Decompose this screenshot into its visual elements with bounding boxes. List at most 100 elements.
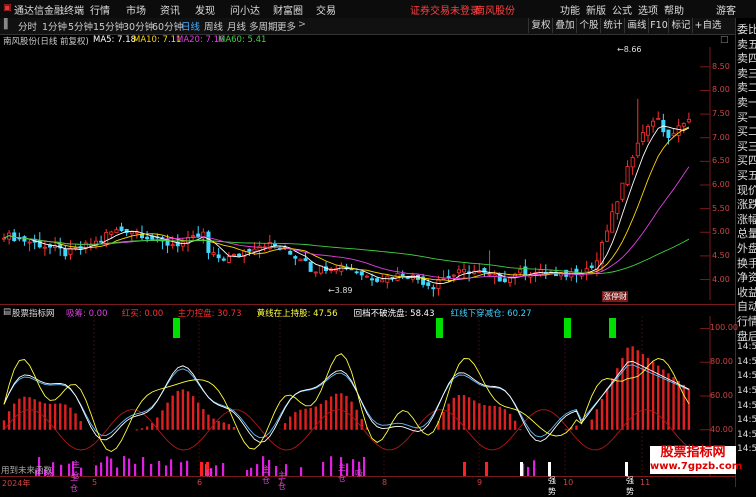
candle-body xyxy=(589,265,594,268)
right-panel-item[interactable]: 总量 xyxy=(737,225,756,241)
right-panel-item[interactable]: 14:56 xyxy=(737,357,756,367)
menu-item-gongshi[interactable]: 公式 xyxy=(612,2,632,17)
indicator-red-bar xyxy=(605,388,609,430)
ma20-key: MA20: xyxy=(176,35,203,45)
right-panel-item[interactable]: 14:56 xyxy=(737,444,756,454)
right-panel-item[interactable]: 14:56 xyxy=(737,430,756,440)
right-panel-item[interactable]: 14:56 xyxy=(737,386,756,396)
zhangting-badge[interactable]: 涨停财 xyxy=(602,291,628,302)
candle-body xyxy=(42,246,47,249)
absorb-bar xyxy=(330,456,333,476)
tool-add-favorite[interactable]: +自选 xyxy=(692,18,723,33)
candle-body xyxy=(170,244,175,247)
menu-item-bangzhu[interactable]: 帮助 xyxy=(664,2,684,17)
tool-gegu[interactable]: 个股 xyxy=(576,18,601,33)
window-box-icon[interactable]: □ xyxy=(720,35,729,45)
right-panel-item[interactable]: 盘后 xyxy=(737,328,756,344)
period-multi[interactable]: 多周期 xyxy=(249,19,278,33)
right-panel-item[interactable]: 14:56 xyxy=(737,371,756,381)
right-panel-item[interactable]: 行情 xyxy=(737,313,756,329)
right-panel-item[interactable]: 委比 xyxy=(737,21,756,37)
right-panel-item[interactable]: 买一 xyxy=(737,109,756,125)
login-notice[interactable]: 证券交易未登录 xyxy=(410,2,480,17)
menu-item-hangqing[interactable]: 行情 xyxy=(90,2,110,17)
indicator-red-bar xyxy=(38,401,41,430)
right-panel-item[interactable]: 买四 xyxy=(737,152,756,168)
period-day[interactable]: 日线 xyxy=(181,19,200,33)
user-label[interactable]: 游客 xyxy=(716,2,736,17)
candle-body xyxy=(104,232,109,245)
candle-body xyxy=(191,235,196,238)
right-panel-item[interactable]: 卖五 xyxy=(737,36,756,52)
right-panel-item[interactable]: 涨跌 xyxy=(737,196,756,212)
right-panel-item[interactable]: 现价 xyxy=(737,182,756,198)
indicator-chart[interactable] xyxy=(0,316,735,476)
period-month[interactable]: 月线 xyxy=(227,19,246,33)
right-panel-item[interactable]: 卖三 xyxy=(737,65,756,81)
candle-body xyxy=(206,231,211,253)
right-panel-item[interactable]: 自动 xyxy=(737,298,756,314)
right-panel-item[interactable]: 14:56 xyxy=(737,342,756,352)
tool-f10[interactable]: F10 xyxy=(648,18,669,33)
tool-biaoji[interactable]: 标记 xyxy=(668,18,693,33)
indicator-red-bar xyxy=(442,411,445,430)
right-panel-item[interactable]: 14:56 xyxy=(737,401,756,411)
right-panel-item[interactable]: 卖一 xyxy=(737,94,756,110)
right-panel-item[interactable]: 14:56 xyxy=(737,415,756,425)
period-more[interactable]: 更多 xyxy=(277,19,296,33)
indicator-red-bar xyxy=(294,412,297,430)
period-week[interactable]: 周线 xyxy=(204,19,223,33)
ma60-label: MA60: 5.41 xyxy=(218,35,266,45)
period-30min[interactable]: 30分钟 xyxy=(123,19,154,33)
indicator-red-bar xyxy=(135,429,139,431)
period-menu-icon[interactable]: ▌ xyxy=(4,19,11,30)
right-panel-item[interactable]: 外盘 xyxy=(737,240,756,256)
tool-fuquan[interactable]: 复权 xyxy=(528,18,553,33)
indicator-red-bar xyxy=(48,403,52,430)
candle-body xyxy=(431,287,436,290)
right-panel-item[interactable]: 净资 xyxy=(737,269,756,285)
kline-chart[interactable] xyxy=(0,47,735,300)
right-panel-item[interactable]: 涨幅 xyxy=(737,211,756,227)
absorb-bar xyxy=(250,467,253,476)
tool-huaxian[interactable]: 画线 xyxy=(624,18,649,33)
period-more-arrow[interactable]: > xyxy=(298,19,306,30)
period-60min[interactable]: 60分钟 xyxy=(152,19,183,33)
right-panel-item[interactable]: 买二 xyxy=(737,123,756,139)
tool-tongji[interactable]: 统计 xyxy=(600,18,625,33)
high-price-label: ←8.66 xyxy=(617,45,642,54)
menu-item-faxian[interactable]: 发现 xyxy=(195,2,215,17)
period-15min[interactable]: 15分钟 xyxy=(93,19,124,33)
menu-item-shichang[interactable]: 市场 xyxy=(126,2,146,17)
absorb-bar xyxy=(275,466,278,476)
signal-bar xyxy=(548,462,551,476)
indicator-red-bar xyxy=(636,350,639,430)
menu-item-zixun[interactable]: 资讯 xyxy=(160,2,180,17)
right-panel-item[interactable]: 卖四 xyxy=(737,50,756,66)
indicator-red-bar xyxy=(575,425,578,430)
absorb-bar xyxy=(363,456,366,476)
indicator-red-bar xyxy=(79,421,82,430)
right-panel-item[interactable]: 换手 xyxy=(737,255,756,271)
period-fenshi[interactable]: 分时 xyxy=(18,19,37,33)
menu-item-xinban[interactable]: 新版 xyxy=(586,2,606,17)
period-1min[interactable]: 1分钟 xyxy=(42,19,67,33)
tool-diejia[interactable]: 叠加 xyxy=(552,18,577,33)
candle-body xyxy=(119,226,124,232)
menu-item-wenxiaoda[interactable]: 问小达 xyxy=(230,2,260,17)
period-5min[interactable]: 5分钟 xyxy=(68,19,93,33)
candle-body xyxy=(145,236,150,240)
menu-item-caifuquan[interactable]: 财富圈 xyxy=(273,2,303,17)
right-panel-item[interactable]: 收益 xyxy=(737,284,756,300)
candle-body xyxy=(308,261,313,272)
right-panel-item[interactable]: 买三 xyxy=(737,138,756,154)
right-panel-item[interactable]: 卖二 xyxy=(737,79,756,95)
indicator-red-bar xyxy=(309,407,312,430)
menu-item-gongneng[interactable]: 功能 xyxy=(560,2,580,17)
right-panel-item[interactable]: 买五 xyxy=(737,167,756,183)
candle-body xyxy=(461,268,466,273)
menu-item-xuanxiang[interactable]: 选项 xyxy=(638,2,658,17)
kline-ytick: 6.00 xyxy=(712,180,730,189)
candle-body xyxy=(252,248,257,252)
menu-item-jiaoyi[interactable]: 交易 xyxy=(316,2,336,17)
